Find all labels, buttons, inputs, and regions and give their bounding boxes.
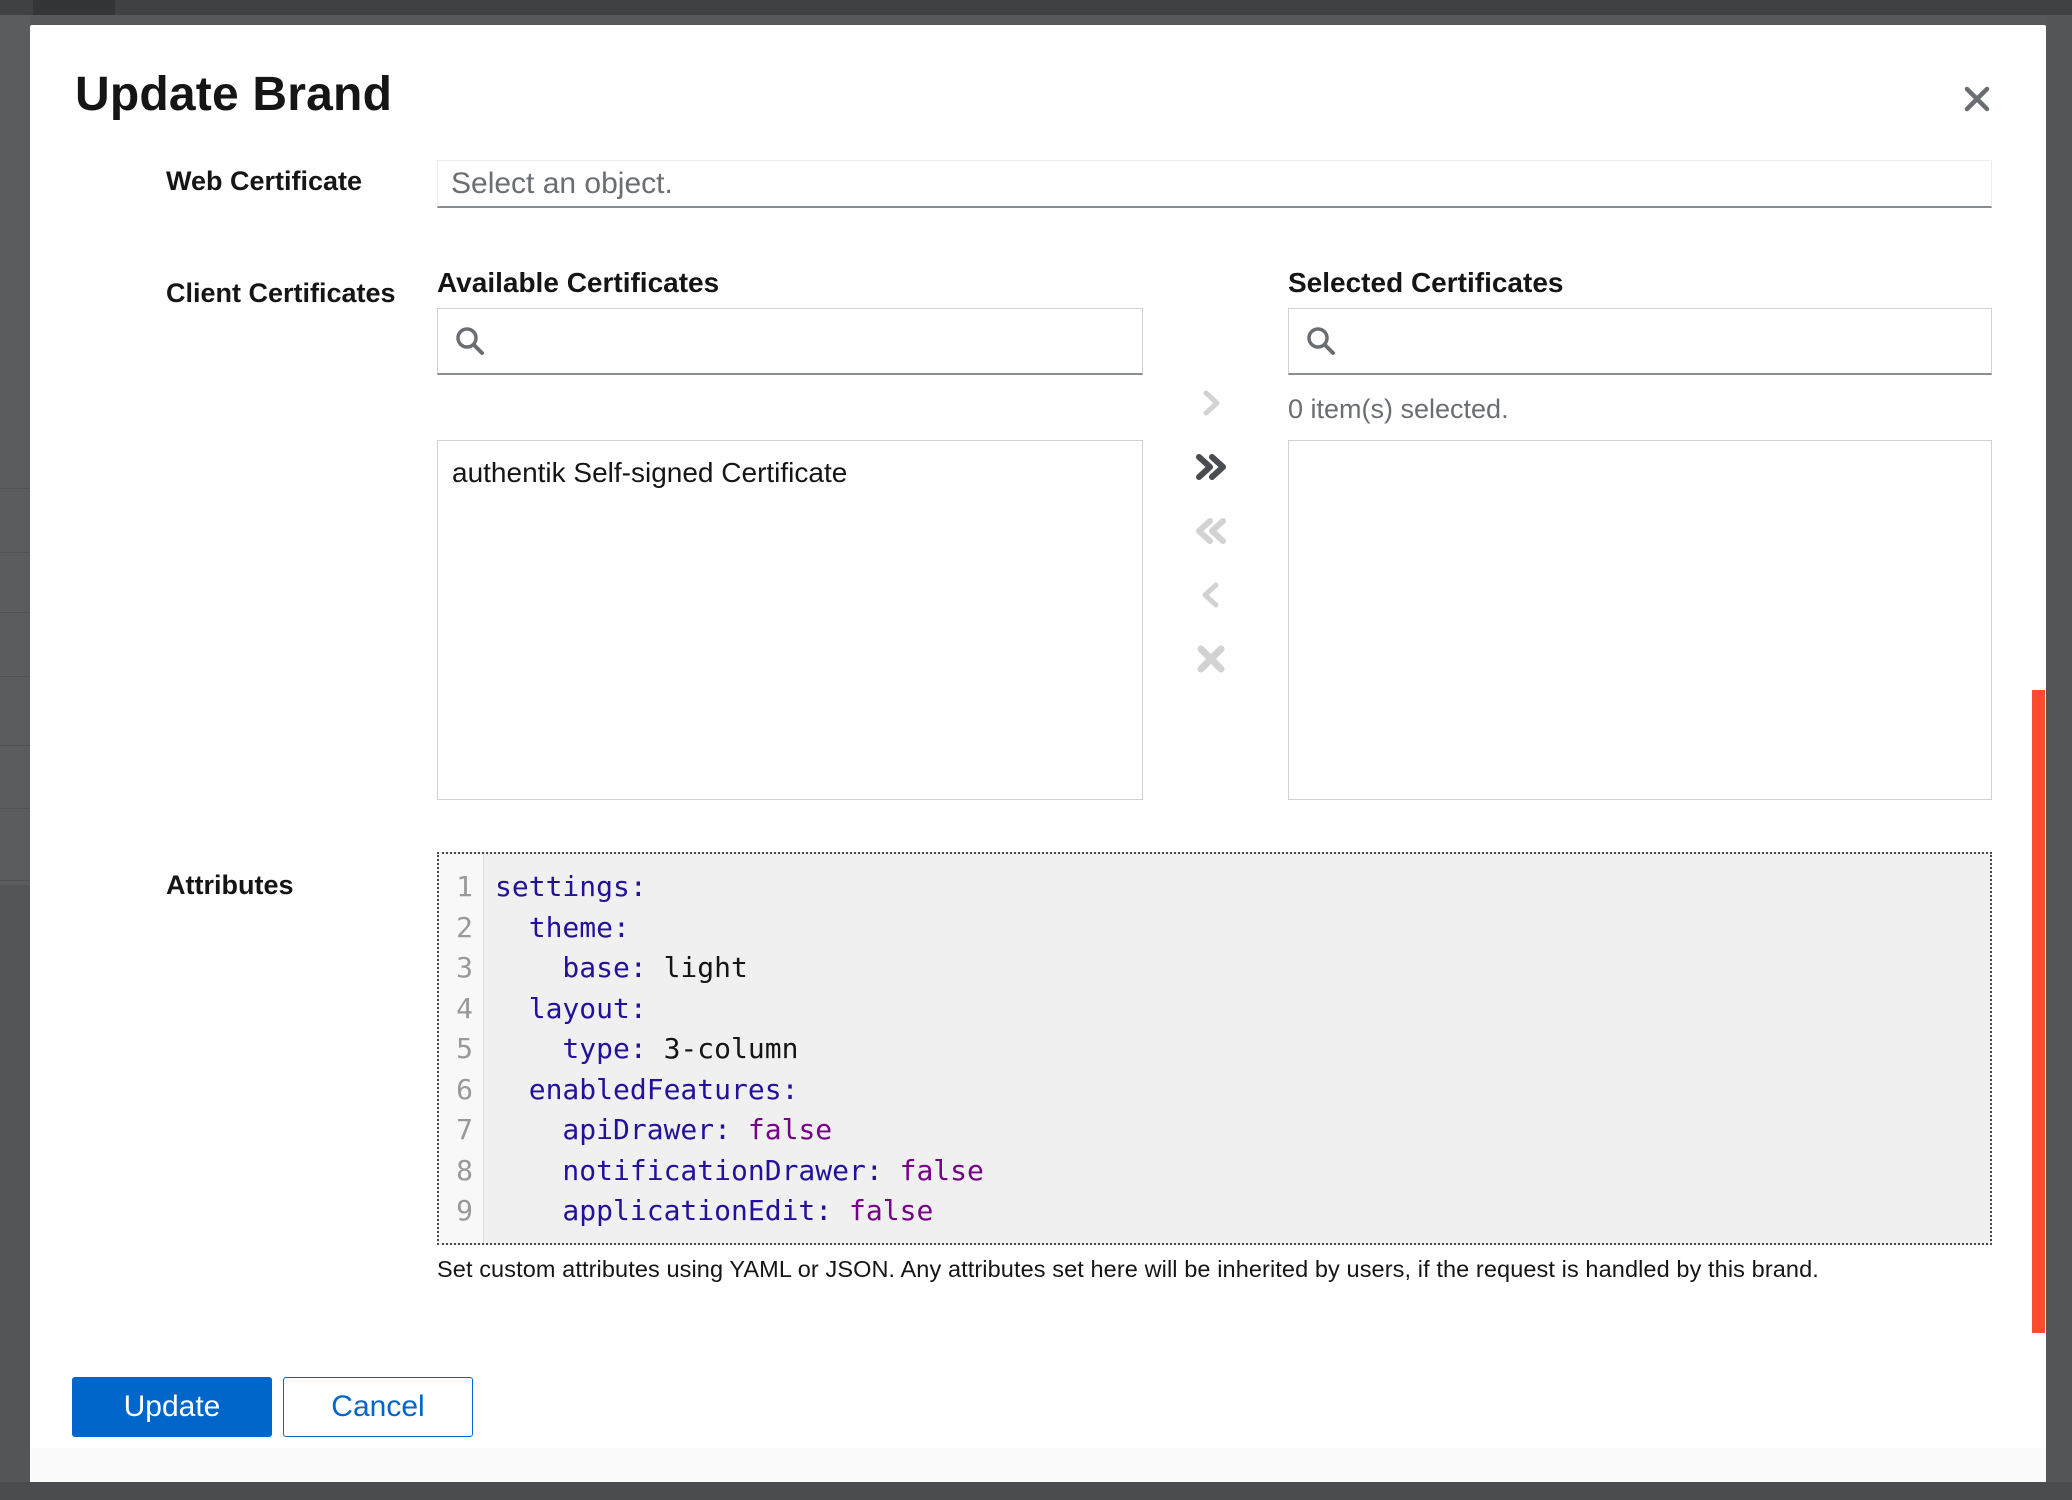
attributes-code-editor[interactable]: 1settings:2 theme:3 base: light4 layout:… [437,852,1992,1245]
modal-footer-strip [30,1448,2046,1482]
update-brand-modal: Update Brand Web Certificate Client Cert… [30,25,2046,1482]
code-editor-lines: 1settings:2 theme:3 base: light4 layout:… [439,867,1990,1232]
code-text: base: light [483,948,748,989]
clear-button[interactable] [1183,631,1239,687]
close-icon [1962,84,1992,114]
selected-search-box [1288,308,1992,375]
page-header-logo-area [33,0,115,15]
line-number: 9 [439,1191,483,1232]
search-icon [1305,325,1337,357]
code-line: 4 layout: [439,989,1990,1030]
attributes-help-text: Set custom attributes using YAML or JSON… [437,1256,1997,1283]
times-icon [1193,641,1229,677]
sidebar-lower-area [0,885,30,1482]
transfer-controls [1183,375,1239,695]
close-button[interactable] [1949,71,2005,127]
remove-all-button[interactable] [1183,503,1239,559]
code-line: 5 type: 3-column [439,1029,1990,1070]
code-line: 1settings: [439,867,1990,908]
sidebar-divider [0,676,30,677]
available-certificates-list[interactable]: authentik Self-signed Certificate [437,440,1143,800]
code-text: applicationEdit: false [483,1191,933,1232]
selected-certificates-heading: Selected Certificates [1288,267,1563,299]
add-all-button[interactable] [1183,439,1239,495]
line-number: 2 [439,908,483,949]
overlay-right-strip [2046,15,2072,1482]
code-line: 8 notificationDrawer: false [439,1151,1990,1192]
web-certificate-select-input[interactable] [437,160,1992,208]
code-text: settings: [483,867,647,908]
line-number: 7 [439,1110,483,1151]
sidebar-behind-overlay [0,15,30,1482]
angle-right-icon [1194,386,1228,420]
angle-left-icon [1194,578,1228,612]
code-text: theme: [483,908,630,949]
sidebar-divider [0,552,30,553]
cancel-button[interactable]: Cancel [283,1377,473,1437]
available-search-input[interactable] [498,308,1142,374]
add-selected-button[interactable] [1183,375,1239,431]
sidebar-divider [0,612,30,613]
sidebar-divider [0,808,30,809]
modal-scrollbar-thumb[interactable] [2032,690,2045,1333]
selected-count-status: 0 item(s) selected. [1288,394,1509,425]
code-text: type: 3-column [483,1029,798,1070]
client-certificates-label: Client Certificates [166,278,396,309]
sidebar-divider [0,745,30,746]
code-line: 9 applicationEdit: false [439,1191,1990,1232]
code-text: apiDrawer: false [483,1110,832,1151]
angle-double-right-icon [1191,450,1231,484]
remove-selected-button[interactable] [1183,567,1239,623]
selected-certificates-list[interactable] [1288,440,1992,800]
modal-title: Update Brand [75,67,392,122]
available-certificates-heading: Available Certificates [437,267,719,299]
code-text: layout: [483,989,647,1030]
page-footer-behind-overlay [0,1482,2072,1500]
certificate-option[interactable]: authentik Self-signed Certificate [438,441,1142,495]
search-icon [454,325,486,357]
code-line: 2 theme: [439,908,1990,949]
sidebar-divider [0,488,30,489]
code-line: 3 base: light [439,948,1990,989]
code-line: 7 apiDrawer: false [439,1110,1990,1151]
page-header-behind-overlay [0,0,2072,15]
line-number: 3 [439,948,483,989]
web-certificate-label: Web Certificate [166,166,362,197]
available-search-box [437,308,1143,375]
selected-search-input[interactable] [1349,308,1991,374]
line-number: 1 [439,867,483,908]
angle-double-left-icon [1191,514,1231,548]
code-line: 6 enabledFeatures: [439,1070,1990,1111]
line-number: 8 [439,1151,483,1192]
line-number: 5 [439,1029,483,1070]
code-text: notificationDrawer: false [483,1151,984,1192]
attributes-label: Attributes [166,870,294,901]
sidebar-divider [0,880,30,881]
line-number: 6 [439,1070,483,1111]
code-text: enabledFeatures: [483,1070,798,1111]
line-number: 4 [439,989,483,1030]
update-button[interactable]: Update [72,1377,272,1437]
